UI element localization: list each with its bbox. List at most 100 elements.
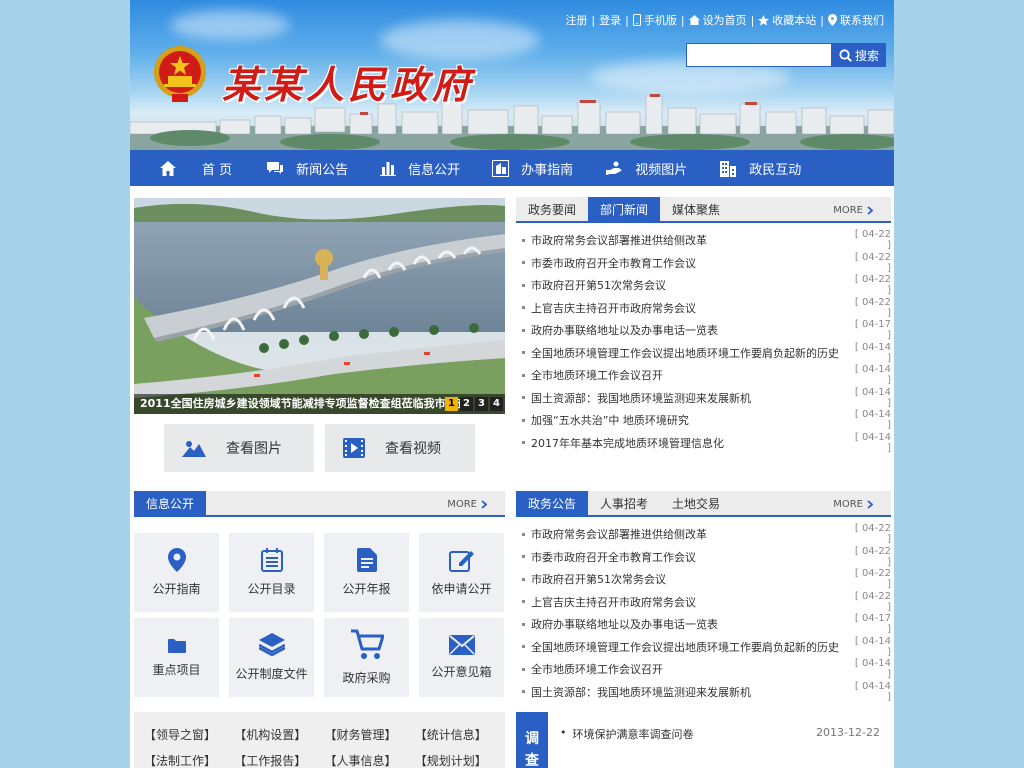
list-item-date: [ 04-22 ] (854, 296, 891, 319)
list-item[interactable]: 2017年年基本完成地质环境管理信息化 [ 04-14 ] (516, 432, 891, 455)
slideshow-page-2[interactable]: 2 (460, 397, 473, 411)
quick-link[interactable]: 【领导之窗】 (144, 726, 234, 746)
tab-department-news[interactable]: 部门新闻 (588, 197, 661, 221)
info-more-link[interactable]: MORE (447, 491, 487, 517)
contact-us-link[interactable]: 联系我们 (828, 12, 884, 28)
tab-government-news[interactable]: 政务要闻 (516, 197, 588, 221)
list-item[interactable]: 市政府常务会议部署推进供给侧改革 [ 04-22 ] (516, 229, 891, 252)
folder-icon (167, 638, 186, 653)
list-item-title: 2017年年基本完成地质环境管理信息化 (531, 436, 724, 450)
star-icon (758, 14, 770, 26)
list-item-date: [ 04-22 ] (854, 568, 891, 591)
nav-item-service-guide[interactable]: 办事指南 (492, 150, 573, 186)
news-tabbar: 政务要闻 部门新闻 媒体聚焦 MORE (516, 197, 891, 223)
list-item[interactable]: 政府办事联络地址以及办事电话一览表 [ 04-17 ] (516, 613, 891, 636)
view-videos-button[interactable]: 查看视频 (325, 424, 475, 472)
bullet-icon (522, 441, 525, 445)
tile-opinion-box[interactable]: 公开意见箱 (419, 618, 504, 697)
nav-item-label: 政民互动 (749, 162, 802, 178)
national-emblem-icon (154, 46, 206, 102)
quick-link[interactable]: 【统计信息】 (415, 726, 505, 746)
list-item-title: 加强“五水共治”中 地质环境研究 (531, 414, 689, 428)
bullet-icon (522, 328, 525, 332)
login-link[interactable]: 登录 (599, 12, 621, 28)
tab-government-notices[interactable]: 政务公告 (516, 491, 589, 515)
list-item[interactable]: 市政府召开第51次常务会议 [ 04-22 ] (516, 568, 891, 591)
top-links-bar: 注册 | 登录 | 手机版 | 设为首页 | 收藏本站 | 联系我们 (565, 12, 884, 28)
slideshow-page-3[interactable]: 3 (475, 397, 488, 411)
bullet-icon (522, 283, 525, 287)
tile-apply-disclosure[interactable]: 依申请公开 (419, 533, 504, 612)
quick-link[interactable]: 【人事信息】 (325, 752, 415, 768)
tile-disclosure-guide[interactable]: 公开指南 (134, 533, 219, 612)
tile-label: 公开指南 (152, 582, 201, 596)
list-item[interactable]: 市委市政府召开全市教育工作会议 [ 04-22 ] (516, 546, 891, 569)
quick-link[interactable]: 【机构设置】 (234, 726, 324, 746)
bookmark-site-link[interactable]: 收藏本站 (758, 12, 816, 28)
nav-item-citizen-interaction[interactable]: 政民互动 (719, 150, 801, 186)
view-photos-button[interactable]: 查看图片 (164, 424, 314, 472)
search-button[interactable]: 搜索 (832, 43, 886, 67)
quick-link[interactable]: 【财务管理】 (325, 726, 415, 746)
bullet-icon (522, 418, 525, 422)
bullet-icon (522, 306, 525, 310)
tile-disclosure-catalog[interactable]: 公开目录 (229, 533, 314, 612)
tile-label: 公开目录 (247, 582, 296, 596)
list-item[interactable]: 全国地质环境管理工作会议提出地质环境工作要肩负起新的历史 [ 04-14 ] (516, 342, 891, 365)
list-icon (260, 548, 283, 572)
list-item[interactable]: 上官吉庆主持召开市政府常务会议 [ 04-22 ] (516, 297, 891, 320)
tab-land-transactions[interactable]: 土地交易 (660, 491, 732, 515)
tab-recruitment[interactable]: 人事招考 (588, 491, 660, 515)
survey-item[interactable]: • 环境保护满意率调查问卷 2013-12-22 (560, 726, 880, 742)
set-homepage-link[interactable]: 设为首页 (688, 12, 747, 28)
list-item-title: 市政府常务会议部署推进供给侧改革 (531, 528, 707, 542)
tile-government-procurement[interactable]: 政府采购 (324, 618, 409, 697)
tile-key-projects[interactable]: 重点项目 (134, 618, 219, 697)
list-item[interactable]: 市政府常务会议部署推进供给侧改革 [ 04-22 ] (516, 523, 891, 546)
list-item[interactable]: 国土资源部：我国地质环境监测迎来发展新机 [ 04-14 ] (516, 681, 891, 704)
news-more-link[interactable]: MORE (833, 197, 873, 223)
list-item-title: 政府办事联络地址以及办事电话一览表 (531, 618, 718, 632)
image-icon (182, 441, 206, 457)
info-disclosure-panel: 信息公开 MORE (134, 491, 505, 517)
nav-item-info-disclosure[interactable]: 信息公开 (380, 150, 460, 186)
tile-annual-report[interactable]: 公开年报 (324, 533, 409, 612)
list-item-date: [ 04-14 ] (854, 635, 891, 658)
bookmark-site-label: 收藏本站 (772, 14, 817, 27)
slideshow-page-4[interactable]: 4 (490, 397, 503, 411)
nav-item-news[interactable]: 新闻公告 (266, 150, 348, 186)
header-banner: 某某人民政府 注册 | 登录 | 手机版 | 设为首页 | 收藏本站 | 联系我… (130, 0, 894, 150)
list-item-title: 市政府召开第51次常务会议 (531, 573, 666, 587)
slideshow-page-1[interactable]: 1 (445, 397, 458, 411)
list-item-title: 市委市政府召开全市教育工作会议 (531, 550, 696, 564)
list-item[interactable]: 加强“五水共治”中 地质环境研究 [ 04-14 ] (516, 409, 891, 432)
guide-icon (492, 159, 510, 177)
cart-icon (350, 629, 384, 659)
tile-policy-documents[interactable]: 公开制度文件 (229, 618, 314, 697)
list-item-title: 全市地质环境工作会议召开 (531, 663, 663, 677)
quick-link[interactable]: 【工作报告】 (234, 752, 324, 768)
register-link[interactable]: 注册 (565, 12, 587, 28)
list-item[interactable]: 全国地质环境管理工作会议提出地质环境工作要肩负起新的历史 [ 04-14 ] (516, 636, 891, 659)
list-item[interactable]: 全市地质环境工作会议召开 [ 04-14 ] (516, 364, 891, 387)
tab-media-focus[interactable]: 媒体聚焦 (660, 197, 732, 221)
view-photos-label: 查看图片 (226, 441, 282, 457)
search-input[interactable] (686, 43, 832, 67)
nav-item-home[interactable]: 首 页 (160, 150, 232, 186)
tab-info-disclosure[interactable]: 信息公开 (134, 491, 207, 515)
quick-link[interactable]: 【规划计划】 (415, 752, 505, 768)
list-item[interactable]: 市委市政府召开全市教育工作会议 [ 04-22 ] (516, 252, 891, 275)
survey-label-char-2: 查 (525, 753, 539, 768)
list-item[interactable]: 全市地质环境工作会议召开 [ 04-14 ] (516, 658, 891, 681)
nav-item-video-photos[interactable]: 视频图片 (605, 150, 687, 186)
mobile-version-link[interactable]: 手机版 (632, 12, 677, 28)
list-item[interactable]: 政府办事联络地址以及办事电话一览表 [ 04-17 ] (516, 319, 891, 342)
list-item-date: [ 04-14 ] (854, 658, 891, 681)
nav-item-label: 信息公开 (408, 162, 461, 178)
quick-link[interactable]: 【法制工作】 (144, 752, 234, 768)
list-item[interactable]: 上官吉庆主持召开市政府常务会议 [ 04-22 ] (516, 591, 891, 614)
list-item[interactable]: 市政府召开第51次常务会议 [ 04-22 ] (516, 274, 891, 297)
list-item[interactable]: 国土资源部：我国地质环境监测迎来发展新机 [ 04-14 ] (516, 387, 891, 410)
slideshow[interactable]: 2011全国住房城乡建设领域节能减排专项监督检查组莅临我市督查 1 2 3 4 (134, 198, 505, 414)
notice-more-link[interactable]: MORE (833, 491, 873, 517)
